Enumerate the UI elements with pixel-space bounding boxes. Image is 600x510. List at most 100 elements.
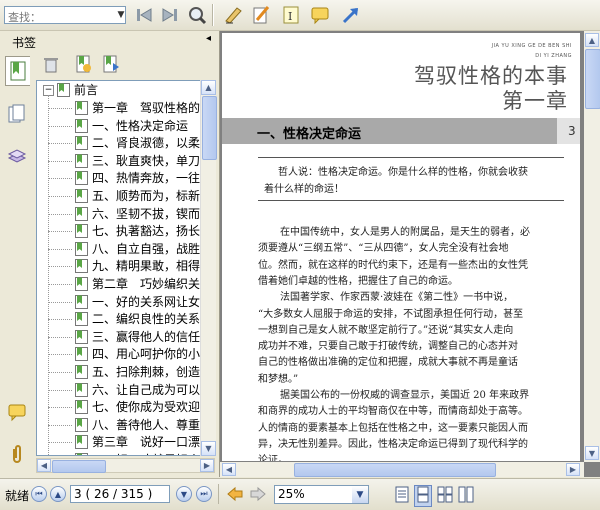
status-text: 就绪 [5, 489, 30, 503]
thumbnails-tab[interactable] [5, 100, 29, 128]
scroll-left-icon[interactable]: ◀ [37, 459, 51, 472]
next-page-icon[interactable]: ▼ [176, 486, 192, 502]
collapse-panel-icon[interactable]: ◂ [206, 33, 211, 44]
scroll-up-icon[interactable]: ▲ [201, 80, 216, 95]
bookmark-tree: − 前言 第一章 驾驭性格的本事一、性格决定命运二、肾良淑德，以柔三、耿直爽快，… [36, 80, 215, 456]
continuous-facing-icon[interactable] [458, 486, 474, 506]
tree-item[interactable]: 四、热情奔放，一往 [37, 169, 202, 187]
bookmark-icon [75, 347, 88, 362]
tree-item[interactable]: 第二章 巧妙编织关系 [37, 275, 202, 293]
bookmarks-tab[interactable] [5, 56, 30, 86]
first-page-icon[interactable]: ⏮ [31, 486, 47, 502]
attachments-tab[interactable] [5, 440, 29, 468]
bookmark-icon [75, 101, 88, 115]
tree-connector [48, 389, 72, 391]
tree-connector [48, 336, 72, 338]
paragraph-line: 论证。 [258, 455, 288, 461]
scrollbar-thumb[interactable] [52, 460, 106, 473]
scroll-down-icon[interactable]: ▼ [201, 441, 216, 456]
annotations-tab[interactable] [5, 398, 29, 426]
tree-item[interactable]: 二、肾良淑德，以柔 [37, 134, 202, 152]
paragraph-line: 和梦想。” [258, 373, 299, 385]
page-number: 3 [568, 124, 576, 138]
tree-connector [48, 108, 72, 109]
tree-item[interactable]: 六、让自己成为可以 [37, 381, 202, 399]
tree-connector [48, 266, 72, 268]
back-icon[interactable] [227, 486, 243, 505]
search-icon[interactable] [186, 4, 208, 26]
tree-connector [48, 178, 72, 180]
tree-item[interactable]: 七、执著豁达，扬长 [37, 222, 202, 240]
paragraph-line: 据美国公布的一份权威的调查显示，美国近 20 年来政界 [280, 390, 530, 401]
document-page[interactable]: JIA YU XING GE DE BEN SHI DI YI ZHANG 驾驭… [222, 33, 580, 461]
tree-item[interactable]: 一、性格决定命运 [37, 117, 202, 135]
last-page-icon[interactable]: ⏭ [196, 486, 212, 502]
prev-page-icon[interactable]: ▲ [50, 486, 66, 502]
layers-tab[interactable] [5, 142, 29, 170]
tree-item[interactable]: 六、坚韧不拔，锲而 [37, 205, 202, 223]
page-number-input[interactable]: 3 ( 26 / 315 ) [70, 485, 170, 503]
delete-bookmark-icon[interactable] [42, 55, 60, 76]
scroll-left-icon[interactable]: ◀ [222, 463, 236, 476]
header-pinyin: JIA YU XING GE DE BEN SHI [491, 43, 572, 49]
continuous-page-icon[interactable] [414, 485, 432, 507]
prev-result-icon[interactable] [133, 4, 155, 26]
text-note-icon[interactable]: I [280, 4, 302, 26]
comment-icon[interactable] [309, 4, 331, 26]
tree-horizontal-scrollbar[interactable]: ◀ ▶ [36, 458, 215, 473]
scroll-up-icon[interactable]: ▲ [585, 33, 599, 47]
forward-icon[interactable] [250, 486, 266, 505]
quote-box: 哲人说：性格决定命运。你是什么样的性格，你就会收获 着什么样的命运！ [258, 157, 564, 201]
tree-item-label: 一、好口才就是好人 [92, 451, 200, 455]
search-input[interactable]: 查找： [4, 6, 126, 24]
tree-item[interactable]: 五、顺势而为，标新 [37, 187, 202, 205]
scroll-down-icon[interactable]: ▼ [585, 446, 599, 460]
next-result-icon[interactable] [159, 4, 181, 26]
document-vertical-scrollbar[interactable]: ▲ ▼ [584, 31, 600, 462]
paragraph-line: 借着她们卓越的性格，把握住了自己的命运。 [258, 275, 458, 287]
scrollbar-thumb[interactable] [202, 96, 217, 160]
bookmark-icon [75, 365, 88, 379]
highlight-icon[interactable] [250, 4, 272, 26]
select-tool-icon[interactable] [222, 4, 244, 26]
single-page-icon[interactable] [394, 486, 410, 506]
tree-root[interactable]: − 前言 [37, 81, 207, 99]
tree-item-label: 七、执著豁达，扬长 [92, 224, 200, 239]
chapter-title: 第一章 [502, 89, 568, 113]
tree-item[interactable]: 第三章 说好一口漂亮话 [37, 433, 202, 451]
scroll-right-icon[interactable]: ▶ [200, 459, 214, 472]
tree-item-label: 二、编织良性的关系 [92, 312, 200, 327]
tree-item-label: 三、耿直爽快，单刀 [92, 153, 200, 168]
bookmark-icon [75, 417, 88, 432]
tree-vertical-scrollbar[interactable]: ▲ ▼ [200, 80, 217, 456]
tree-item-label: 一、性格决定命运 [92, 118, 189, 133]
tree-item-label: 第三章 说好一口漂亮话 [92, 435, 200, 450]
new-bookmark-icon[interactable] [74, 55, 92, 76]
tree-item[interactable]: 第一章 驾驭性格的本事 [37, 99, 202, 117]
tree-connector [48, 284, 72, 285]
zoom-dropdown-arrow-icon[interactable]: ▼ [352, 486, 368, 503]
tree-connector [48, 196, 72, 197]
tree-item[interactable]: 四、用心呵护你的小 [37, 345, 202, 363]
tree-item[interactable]: 三、耿直爽快，单刀 [37, 152, 202, 170]
tree-item[interactable]: 八、善待他人、尊重 [37, 416, 202, 434]
tree-connector [48, 248, 72, 250]
expand-bookmark-icon[interactable] [102, 55, 120, 76]
facing-pages-icon[interactable] [437, 486, 453, 506]
scrollbar-thumb[interactable] [585, 49, 600, 109]
search-dropdown-arrow-icon[interactable]: ▼ [116, 7, 126, 23]
tree-item[interactable]: 三、赢得他人的信任 [37, 328, 202, 346]
scroll-right-icon[interactable]: ▶ [566, 463, 580, 476]
document-horizontal-scrollbar[interactable]: ◀ ▶ [220, 462, 584, 477]
tree-connector [48, 125, 72, 127]
tree-item[interactable]: 八、自立自强，战胜 [37, 240, 202, 258]
tree-item[interactable]: 一、好口才就是好人 [37, 451, 202, 455]
tree-item[interactable]: 二、编织良性的关系 [37, 310, 202, 328]
tree-item[interactable]: 七、使你成为受欢迎 [37, 398, 202, 416]
scrollbar-thumb[interactable] [294, 463, 496, 477]
tree-item[interactable]: 五、扫除荆棘，创造 [37, 363, 202, 381]
tree-item[interactable]: 一、好的关系网让女 [37, 293, 202, 311]
tree-item-label: 第一章 驾驭性格的本事 [92, 101, 200, 115]
arrow-icon[interactable] [340, 4, 362, 26]
tree-item[interactable]: 九、精明果敢，相得 [37, 257, 202, 275]
